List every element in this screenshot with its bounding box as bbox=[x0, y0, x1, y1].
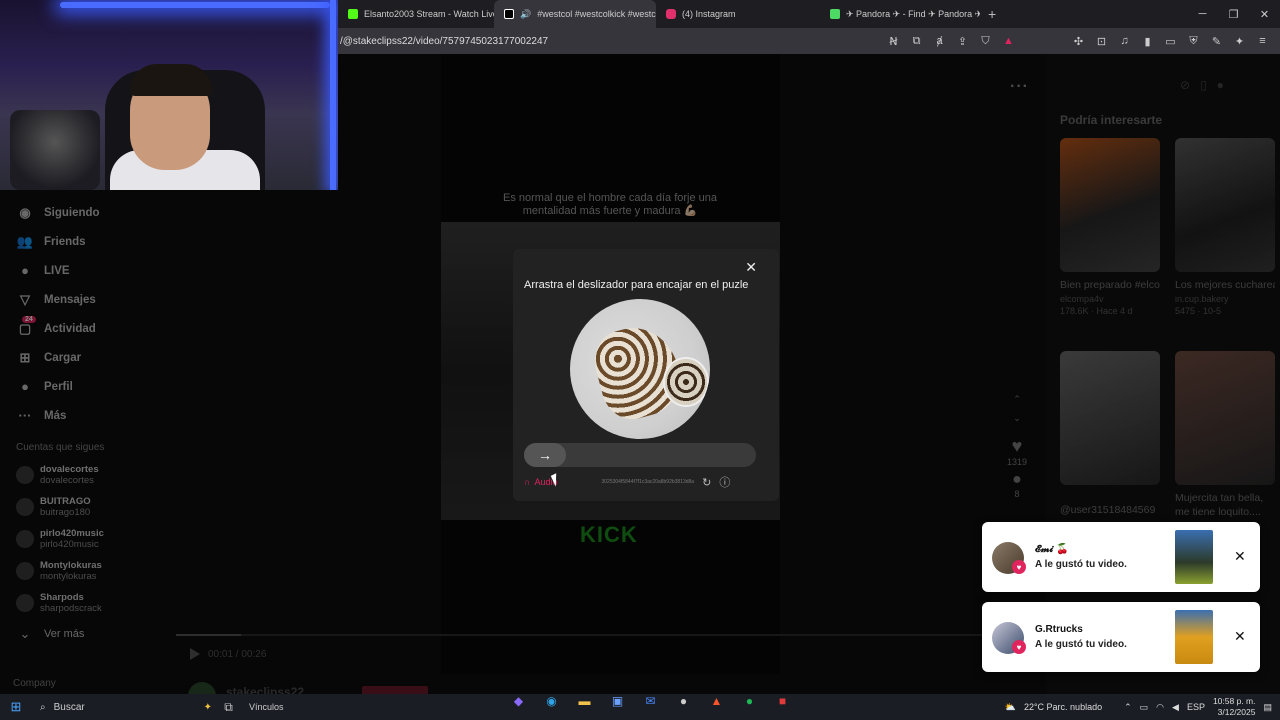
windows-start-icon[interactable]: ⊞ bbox=[0, 699, 32, 715]
open-external-icon[interactable]: ⧉ bbox=[905, 30, 928, 52]
spotify-icon[interactable]: ● bbox=[733, 694, 766, 720]
wallet-icon[interactable]: ▭ bbox=[1159, 30, 1182, 52]
task-view-icon[interactable]: ⧉ bbox=[212, 700, 245, 715]
clock[interactable]: 10:58 p. m. 3/12/2025 bbox=[1213, 696, 1256, 718]
brave-icon[interactable]: ▲ bbox=[700, 694, 733, 720]
sparkle-icon: ✦ bbox=[203, 701, 212, 713]
close-icon[interactable]: ✕ bbox=[1234, 628, 1246, 645]
arrow-right-icon: → bbox=[538, 447, 552, 463]
close-icon[interactable]: ✕ bbox=[1234, 548, 1246, 565]
tab-instagram[interactable]: (4) Instagram bbox=[656, 0, 820, 28]
taskbar: ⊞ ⌕ Buscar ✦ ⧉ Vínculos ◆ ◉ ▬ ▣ ✉ ● ▲ ● ■ … bbox=[0, 694, 1280, 720]
tab-kick[interactable]: Elsanto2003 Stream - Watch Live on bbox=[338, 0, 494, 28]
captcha-id: 3025304f5844f7f1c3ac20a8b92b3813d8a bbox=[601, 479, 695, 485]
extension-k-icon[interactable]: ✦ bbox=[1228, 30, 1251, 52]
pen-icon[interactable]: ✎ bbox=[1205, 30, 1228, 52]
edge-icon[interactable]: ◉ bbox=[535, 694, 568, 720]
search-icon: ⌕ bbox=[40, 701, 46, 713]
tab-pandora[interactable]: ✈ Pandora ✈ - Find ✈ Pandora ✈ bbox=[820, 0, 980, 28]
screenshot-icon[interactable]: ⊡ bbox=[1090, 30, 1113, 52]
like-notification[interactable]: ♥ G.Rtrucks A le gustó tu video. ✕ bbox=[982, 602, 1260, 672]
puzzle-image bbox=[570, 299, 710, 439]
pandora-icon bbox=[830, 9, 840, 19]
captcha-slider-handle[interactable]: → bbox=[524, 443, 566, 467]
captcha-dialog: ✕ Arrastra el deslizador para encajar en… bbox=[513, 249, 779, 501]
translate-icon[interactable]: ⱥ bbox=[928, 30, 951, 52]
pinned-apps: ◆ ◉ ▬ ▣ ✉ ● ▲ ● ■ bbox=[502, 694, 799, 720]
screen: { "browser": { "tabs": [ {"label": "Elsa… bbox=[0, 0, 1280, 720]
menu-icon[interactable]: ≡ bbox=[1251, 30, 1274, 52]
brave-shield-icon[interactable]: ⛉ bbox=[974, 30, 997, 52]
links-toolbar[interactable]: Vínculos bbox=[249, 702, 284, 712]
tiktok-icon bbox=[504, 9, 514, 19]
video-thumbnail bbox=[1175, 530, 1213, 584]
sidebar-icon[interactable]: ▮ bbox=[1136, 30, 1159, 52]
window-controls: ─ ❐ ✕ bbox=[1187, 0, 1280, 28]
app-icon[interactable]: ■ bbox=[766, 694, 799, 720]
notifications-icon[interactable]: ▤ bbox=[1263, 702, 1272, 713]
headphones-icon: ∩ bbox=[524, 477, 531, 487]
network-icon[interactable]: ▭ bbox=[1140, 702, 1149, 713]
chevron-up-icon[interactable]: ⌃ bbox=[1124, 702, 1132, 713]
browser-tab-bar: Elsanto2003 Stream - Watch Live on 🔊 #we… bbox=[338, 0, 1280, 28]
share-icon[interactable]: ⇪ bbox=[951, 30, 974, 52]
close-icon[interactable]: ✕ bbox=[745, 259, 757, 276]
refresh-icon[interactable]: ↻ bbox=[702, 476, 711, 489]
taskbar-search[interactable]: ⌕ Buscar ✦ bbox=[32, 694, 212, 720]
info-icon[interactable]: ⓘ bbox=[719, 474, 730, 490]
extensions-icon[interactable]: ✣ bbox=[1067, 30, 1090, 52]
music-icon[interactable]: ♫ bbox=[1113, 30, 1136, 52]
weather-text[interactable]: 22°C Parc. nublado bbox=[1024, 702, 1102, 712]
github-icon[interactable]: ● bbox=[667, 694, 700, 720]
file-explorer-icon[interactable]: ▬ bbox=[568, 694, 601, 720]
restore-icon[interactable]: ❐ bbox=[1218, 0, 1249, 28]
captcha-slider-track[interactable]: → bbox=[524, 443, 756, 467]
minimize-icon[interactable]: ─ bbox=[1187, 0, 1218, 28]
volume-icon[interactable]: ◀ bbox=[1172, 702, 1179, 713]
captcha-title: Arrastra el deslizador para encajar en e… bbox=[524, 279, 749, 291]
url-field[interactable]: /@stakeclipss22/video/757974502317700224… bbox=[338, 36, 882, 47]
heart-icon: ♥ bbox=[1012, 640, 1026, 654]
heart-icon: ♥ bbox=[1012, 560, 1026, 574]
tab-tiktok[interactable]: 🔊 #westcol #westcolkick #westc ✕ bbox=[494, 0, 656, 28]
system-tray: ⛅ 22°C Parc. nublado ⌃ ▭ ◠ ◀ ESP 10:58 p… bbox=[1005, 694, 1280, 720]
copilot-icon[interactable]: ◆ bbox=[502, 694, 535, 720]
mail-icon[interactable]: ✉ bbox=[634, 694, 667, 720]
webcam-overlay bbox=[0, 0, 338, 190]
store-icon[interactable]: ▣ bbox=[601, 694, 634, 720]
new-tab-button[interactable]: + bbox=[980, 6, 1004, 22]
vpn-icon[interactable]: ⛨ bbox=[1182, 30, 1205, 52]
instagram-icon bbox=[666, 9, 676, 19]
kick-icon bbox=[348, 9, 358, 19]
like-notification[interactable]: ♥ 𝓔𝓶𝓲 🍒 A le gustó tu video. ✕ bbox=[982, 522, 1260, 592]
address-bar: /@stakeclipss22/video/757974502317700224… bbox=[338, 28, 1280, 54]
audio-icon: 🔊 bbox=[520, 8, 532, 19]
language-indicator[interactable]: ESP bbox=[1187, 702, 1205, 712]
brave-rewards-icon[interactable]: ▲ bbox=[997, 30, 1020, 52]
close-window-icon[interactable]: ✕ bbox=[1249, 0, 1280, 28]
reader-icon[interactable]: Ꞥ bbox=[882, 30, 905, 52]
weather-icon[interactable]: ⛅ bbox=[1005, 702, 1016, 713]
wifi-icon[interactable]: ◠ bbox=[1156, 702, 1164, 713]
puzzle-piece bbox=[665, 359, 707, 405]
video-thumbnail bbox=[1175, 610, 1213, 664]
